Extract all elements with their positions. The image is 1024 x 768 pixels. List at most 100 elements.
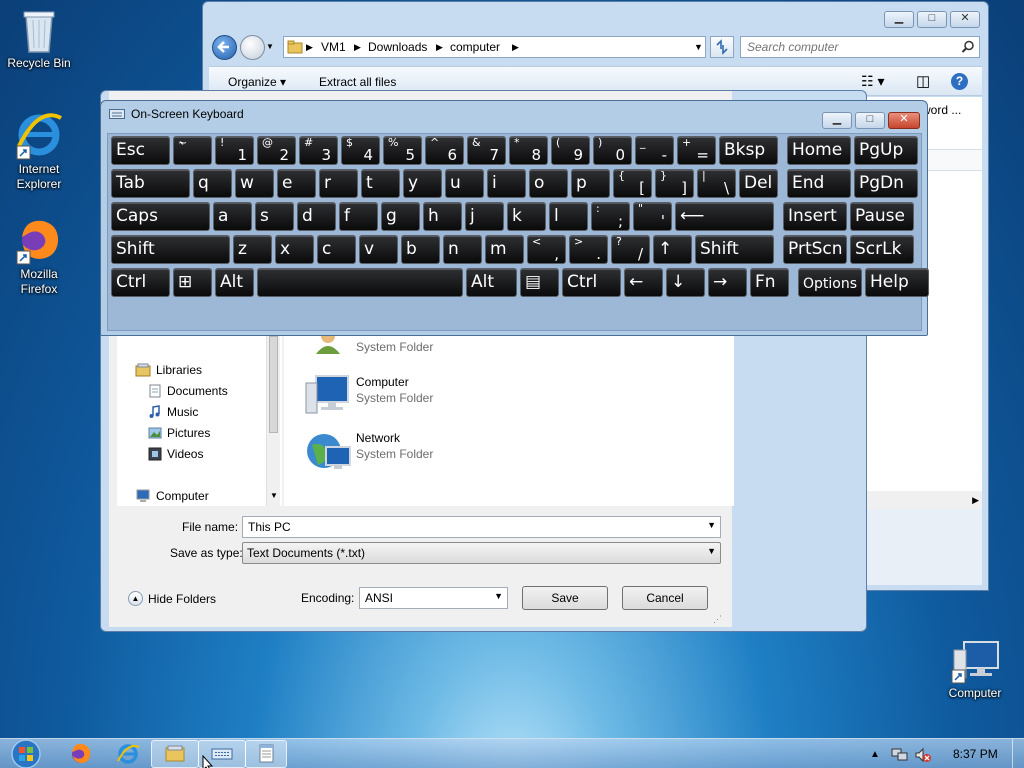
key-n[interactable]: n xyxy=(443,235,482,264)
desktop-icon-computer[interactable]: Computer xyxy=(937,640,1013,701)
key-options[interactable]: Options xyxy=(798,268,862,297)
key-▤[interactable]: ▤ xyxy=(520,268,559,297)
key-←[interactable]: ← xyxy=(624,268,663,297)
chevron-down-icon[interactable]: ▼ xyxy=(707,520,716,530)
key-tab[interactable]: Tab xyxy=(111,169,190,198)
key-`[interactable]: ~ ` xyxy=(173,136,212,165)
breadcrumb-item[interactable]: VM1 xyxy=(321,40,346,54)
maximize-button[interactable]: □ xyxy=(917,11,947,28)
key-j[interactable]: j xyxy=(465,202,504,231)
key-q[interactable]: q xyxy=(193,169,232,198)
key-6[interactable]: ^ 6 xyxy=(425,136,464,165)
volume-muted-icon[interactable] xyxy=(914,747,932,763)
title-bar[interactable]: On-Screen Keyboard xyxy=(109,107,244,121)
file-name-combobox[interactable]: This PC ▼ xyxy=(242,516,721,538)
list-item[interactable]: Network System Folder xyxy=(304,431,433,481)
file-name-value[interactable]: This PC xyxy=(248,520,291,534)
key-prtscn[interactable]: PrtScn xyxy=(783,235,847,264)
key-esc[interactable]: Esc xyxy=(111,136,170,165)
breadcrumb-item[interactable]: Downloads xyxy=(368,40,427,54)
key-.[interactable]: >. xyxy=(569,235,608,264)
key-m[interactable]: m xyxy=(485,235,524,264)
key-u[interactable]: u xyxy=(445,169,484,198)
nav-item-computer[interactable]: Computer xyxy=(135,487,209,505)
key-1[interactable]: ! 1 xyxy=(215,136,254,165)
recent-pages-button[interactable]: ▼ xyxy=(266,42,274,51)
save-as-type-select[interactable]: Text Documents (*.txt) ▼ xyxy=(242,542,721,564)
key-fn[interactable]: Fn xyxy=(750,268,789,297)
view-options-icon[interactable]: ☷ ▾ xyxy=(861,73,884,90)
key-end[interactable]: End xyxy=(787,169,851,198)
save-button[interactable]: Save xyxy=(522,586,608,610)
horizontal-scrollbar[interactable]: ▶ xyxy=(867,491,982,509)
key-][interactable]: }] xyxy=(655,169,694,198)
key-↑[interactable]: ↑ xyxy=(653,235,692,264)
key-\[interactable]: | \ xyxy=(697,169,736,198)
key-;[interactable]: :; xyxy=(591,202,630,231)
key-insert[interactable]: Insert xyxy=(783,202,847,231)
address-bar[interactable]: ▶ VM1 ▶ Downloads ▶ computer ▶ ▼ xyxy=(283,36,706,58)
key-shift[interactable]: Shift xyxy=(111,235,230,264)
key-3[interactable]: #3 xyxy=(299,136,338,165)
key-d[interactable]: d xyxy=(297,202,336,231)
key-g[interactable]: g xyxy=(381,202,420,231)
nav-item-music[interactable]: Music xyxy=(148,403,198,421)
key-k[interactable]: k xyxy=(507,202,546,231)
key-scrlk[interactable]: ScrLk xyxy=(850,235,914,264)
extract-all-button[interactable]: Extract all files xyxy=(319,75,396,89)
key-f[interactable]: f xyxy=(339,202,378,231)
key-help[interactable]: Help xyxy=(865,268,929,297)
key-r[interactable]: r xyxy=(319,169,358,198)
nav-item-libraries[interactable]: Libraries xyxy=(135,361,202,379)
search-input[interactable] xyxy=(747,38,957,56)
key-ctrl[interactable]: Ctrl xyxy=(562,268,621,297)
key-/[interactable]: ? / xyxy=(611,235,650,264)
cancel-button[interactable]: Cancel xyxy=(622,586,708,610)
close-button[interactable]: ✕ xyxy=(950,11,980,28)
key-⟵[interactable]: ⟵ xyxy=(675,202,774,231)
key-h[interactable]: h xyxy=(423,202,462,231)
scroll-thumb[interactable] xyxy=(269,336,278,433)
encoding-select[interactable]: ANSI ▼ xyxy=(359,587,508,609)
on-screen-keyboard-window[interactable]: On-Screen Keyboard ▁ □ ✕ Esc ~ `! 1 @2 #3 $4% 5… xyxy=(100,100,929,336)
key--[interactable]: _ - xyxy=(635,136,674,165)
key-5[interactable]: % 5 xyxy=(383,136,422,165)
key-=[interactable]: + = xyxy=(677,136,716,165)
key-x[interactable]: x xyxy=(275,235,314,264)
key-l[interactable]: l xyxy=(549,202,588,231)
taskbar-file-explorer[interactable] xyxy=(151,740,199,768)
refresh-button[interactable] xyxy=(710,36,734,58)
forward-button[interactable] xyxy=(240,35,265,60)
key-p[interactable]: p xyxy=(571,169,610,198)
navigation-scrollbar[interactable]: ▼ xyxy=(266,336,280,506)
key-b[interactable]: b xyxy=(401,235,440,264)
key-[[interactable]: {[ xyxy=(613,169,652,198)
key-o[interactable]: o xyxy=(529,169,568,198)
key-2[interactable]: @2 xyxy=(257,136,296,165)
show-hidden-icons-button[interactable]: ▲ xyxy=(870,749,880,760)
clock[interactable]: 8:37 PM xyxy=(953,747,998,761)
key-v[interactable]: v xyxy=(359,235,398,264)
key-,[interactable]: <, xyxy=(527,235,566,264)
key-4[interactable]: $4 xyxy=(341,136,380,165)
maximize-button[interactable]: □ xyxy=(855,112,885,129)
key-home[interactable]: Home xyxy=(787,136,851,165)
key-⊞[interactable]: ⊞ xyxy=(173,268,212,297)
key-e[interactable]: e xyxy=(277,169,316,198)
list-item[interactable]: Computer System Folder xyxy=(304,375,433,425)
key-s[interactable]: s xyxy=(255,202,294,231)
key-pgdn[interactable]: PgDn xyxy=(854,169,918,198)
key-c[interactable]: c xyxy=(317,235,356,264)
key-0[interactable]: ) 0 xyxy=(593,136,632,165)
key-shift[interactable]: Shift xyxy=(695,235,774,264)
show-desktop-button[interactable] xyxy=(1012,739,1024,768)
desktop-icon-recycle-bin[interactable]: Recycle Bin xyxy=(1,6,77,71)
network-status-icon[interactable] xyxy=(891,747,909,763)
back-button[interactable] xyxy=(212,35,237,60)
scroll-down-arrow[interactable]: ▼ xyxy=(270,491,278,500)
key-8[interactable]: * 8 xyxy=(509,136,548,165)
breadcrumb-item[interactable]: computer xyxy=(450,40,500,54)
chevron-down-icon[interactable]: ▼ xyxy=(694,42,703,52)
taskbar-internet-explorer[interactable] xyxy=(104,740,152,768)
desktop-icon-firefox[interactable]: Mozilla Firefox xyxy=(1,215,77,297)
